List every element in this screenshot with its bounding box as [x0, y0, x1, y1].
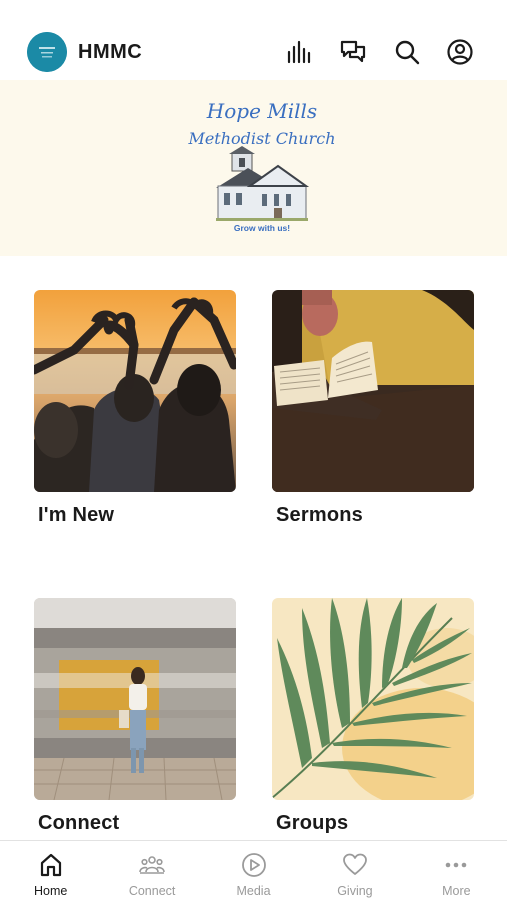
tile-connect-image [34, 598, 236, 800]
tab-home-label: Home [34, 884, 68, 898]
app-title: HMMC [78, 41, 143, 63]
tab-home[interactable]: Home [0, 841, 101, 901]
tile-im-new-label: I'm New [38, 504, 115, 526]
tab-more-label: More [442, 884, 471, 898]
tab-connect[interactable]: Connect [101, 841, 202, 901]
tile-sermons[interactable]: Sermons [272, 290, 474, 527]
tile-groups-image [272, 598, 474, 800]
chat-icon[interactable] [337, 36, 369, 68]
church-logo[interactable] [27, 32, 67, 72]
profile-icon[interactable] [444, 36, 476, 68]
tile-groups[interactable]: Groups [272, 598, 474, 835]
home-icon [37, 851, 65, 879]
banner-tagline: Grow with us! [234, 223, 290, 233]
heart-icon [341, 851, 369, 879]
top-bar: HMMC [0, 0, 507, 80]
tile-connect[interactable]: Connect [34, 598, 236, 835]
people-icon [138, 851, 166, 879]
bars-icon[interactable] [283, 36, 315, 68]
banner-line1: Hope Mills [206, 99, 317, 123]
tile-sermons-label: Sermons [276, 504, 363, 526]
search-icon[interactable] [391, 36, 423, 68]
tab-more[interactable]: More [406, 841, 507, 901]
tab-giving[interactable]: Giving [304, 841, 405, 901]
church-banner[interactable]: Hope Mills Methodist Church Grow with us… [0, 80, 507, 256]
banner-line2: Methodist Church [187, 129, 335, 148]
tab-media-label: Media [236, 884, 271, 898]
tab-connect-label: Connect [128, 884, 176, 898]
tile-sermons-image [272, 290, 474, 492]
tile-connect-label: Connect [38, 812, 120, 834]
play-icon [240, 851, 268, 879]
tile-groups-label: Groups [276, 812, 349, 834]
more-icon [442, 851, 470, 879]
tile-im-new-image [34, 290, 236, 492]
tab-media[interactable]: Media [203, 841, 304, 901]
tab-giving-label: Giving [337, 884, 373, 898]
logo-icon [27, 32, 67, 72]
tile-im-new[interactable]: I'm New [34, 290, 236, 527]
bottom-tab-bar: Home Connect Media Giving More [0, 840, 507, 901]
church-illustration [216, 146, 310, 221]
